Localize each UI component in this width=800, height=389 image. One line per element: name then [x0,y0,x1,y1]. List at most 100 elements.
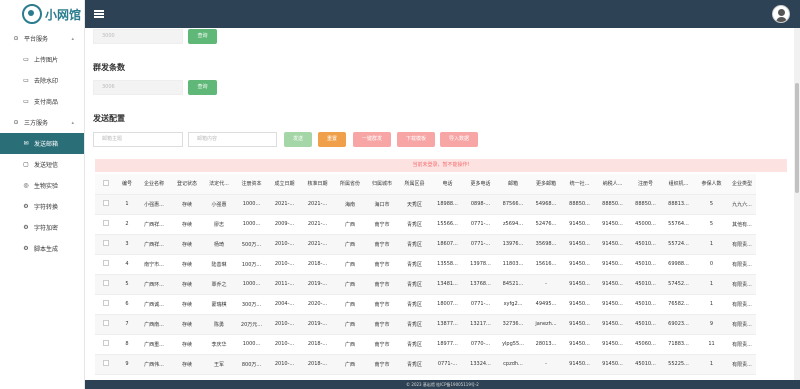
column-header[interactable]: 企业类型 [728,174,756,195]
column-header[interactable]: 法定代... [203,174,235,195]
column-header[interactable]: 成立日期 [268,174,301,195]
table-cell: 4 [117,254,137,275]
column-header[interactable]: 更多邮箱 [529,174,563,195]
row-checkbox[interactable] [95,234,117,255]
row-checkbox[interactable] [95,274,117,295]
sidebar: 小网馆 ⊙ 平台服务 ▴ ▭ 上传图片 ▭ 去除水印 ▭ 支付商品 ⊙ 三方服务 ▴ ✉ 发送邮箱 ▢ 发送短… [0,0,85,389]
column-header[interactable]: 注册资本 [235,174,268,195]
sidebar-menu: ⊙ 平台服务 ▴ ▭ 上传图片 ▭ 去除水印 ▭ 支付商品 ⊙ 三方服务 ▴ ✉ 发送邮箱 ▢ 发送短信 ◎ 生物… [0,28,84,259]
sidebar-item-3[interactable]: ▭ 支付商品 [0,91,84,112]
sidebar-item-4[interactable]: ⊙ 三方服务 ▴ [0,112,84,133]
sidebar-item-2[interactable]: ▭ 去除水印 [0,70,84,91]
column-header[interactable]: 编号 [117,174,137,195]
table-cell: 2009-... [268,214,301,235]
import-data-button[interactable]: 导入数据 [440,132,478,147]
sidebar-item-label: 去除水印 [34,78,59,85]
one-click-send-button[interactable]: 一键群发 [353,132,391,147]
table-cell: 69988... [662,254,695,275]
table-cell: 青秀区 [398,274,431,295]
sidebar-item-5[interactable]: ✉ 发送邮箱 [0,133,84,154]
column-header[interactable]: 统一社... [563,174,596,195]
sidebar-item-7[interactable]: ◎ 生物实验 [0,175,84,196]
reset-button[interactable]: 重置 [318,132,346,147]
row-checkbox[interactable] [95,294,117,315]
column-header[interactable]: 邮箱 [497,174,529,195]
row-checkbox[interactable] [95,254,117,275]
column-header[interactable]: 企业名称 [137,174,171,195]
table-row[interactable]: 9 广西伟... 存续 王军 800万... 2010-... 2018-... 广西 南宁市青… [95,354,756,375]
table-row[interactable]: 7 广西南... 存续 陈勇 20万元... 2010-... 2019-... 广西 南宁市青… [95,314,756,335]
table-cell: 2021-... [301,214,334,235]
table-cell: 青秀区 [398,314,431,335]
logo[interactable]: 小网馆 [0,0,84,28]
image-icon: ▭ [23,97,29,105]
avatar[interactable] [772,5,790,23]
table-row[interactable]: 3 广西祥... 存续 杨琦 500万... 2010-... 2021-... 广西 南宁市青… [95,234,756,255]
row-checkbox[interactable] [95,314,117,335]
table-cell: 91450... [596,254,629,275]
table-cell: 2011-... [268,274,301,295]
table-header-row: 编号 企业名称 登记状态 法定代... 注册资本 成立日期 核准日期 所属省份 归属城市 所属区县… [95,174,756,195]
table-cell: 28013... [529,334,563,355]
select-all-checkbox[interactable] [95,174,117,195]
column-header[interactable]: 组织机... [662,174,695,195]
table-cell: 广西重... [137,334,171,355]
table-row[interactable]: 6 广西诚... 存续 蒙瑞棋 300万... 2004-... 2020-... 广西 南宁市… [95,294,756,315]
send-button[interactable]: 发送 [284,132,312,147]
table-cell: 2018-... [301,334,334,355]
scrollbar[interactable] [794,28,800,380]
sidebar-item-10[interactable]: ⚙ 脚本生成 [0,238,84,259]
table-cell: 49495... [529,294,563,315]
table-cell: 88813... [662,194,695,215]
sidebar-item-1[interactable]: ▭ 上传图片 [0,49,84,70]
top-query-input[interactable]: 3000 [93,29,183,44]
column-header[interactable]: 登记状态 [171,174,203,195]
table-row[interactable]: 2 广西祥... 存续 廖志 1000... 2009-... 2021-... 广西 南宁市青… [95,214,756,235]
bulk-query-button[interactable]: 查询 [188,80,217,95]
table-cell: 存续 [171,194,203,215]
table-cell: 11 [695,334,728,355]
menu-toggle-icon[interactable] [94,10,104,18]
row-checkbox[interactable] [95,354,117,375]
row-checkbox[interactable] [95,194,117,215]
table-row[interactable]: 4 南宁市... 存续 陆善琳 100万... 2010-... 2018-... 广西 南宁市… [95,254,756,275]
table-cell: 35698... [529,234,563,255]
column-header[interactable]: 所属省份 [334,174,366,195]
table-cell: 1 [695,294,728,315]
table-cell: 广西南... [137,314,171,335]
table-cell: 1000... [235,214,268,235]
table-cell: 2018-... [301,354,334,375]
sidebar-item-label: 支付商品 [34,99,59,106]
row-checkbox[interactable] [95,214,117,235]
content-input[interactable]: 邮箱内容 [188,132,277,147]
table-cell: 13978... [464,254,497,275]
table-row[interactable]: 1 小强惠... 存续 小强惠 1000... 2021-... 2021-... 海南 海口市… [95,194,756,215]
table-row[interactable]: 8 广西重... 存续 李庆华 1000... 2010-... 2018-... 广西 南宁市… [95,334,756,355]
column-header[interactable]: 注册号 [629,174,662,195]
sidebar-item-6[interactable]: ▢ 发送短信 [0,154,84,175]
column-header[interactable]: 所属区县 [398,174,431,195]
sidebar-item-0[interactable]: ⊙ 平台服务 ▴ [0,28,84,49]
table-cell: 存续 [171,254,203,275]
download-template-button[interactable]: 下载模板 [397,132,435,147]
column-header[interactable]: 参保人数 [695,174,728,195]
table-cell: 1000... [235,194,268,215]
column-header[interactable]: 纳税人... [596,174,629,195]
column-header[interactable]: 归属城市 [366,174,398,195]
table-cell: 87566... [497,194,529,215]
scrollbar-thumb[interactable] [795,83,799,193]
column-header[interactable]: 电话 [431,174,464,195]
row-checkbox[interactable] [95,334,117,355]
table-row[interactable]: 5 广西环... 存续 覃乔之 1000... 2011-... 2019-... 广西 南宁市… [95,274,756,295]
table-cell: 9 [117,354,137,375]
column-header[interactable]: 核准日期 [301,174,334,195]
sidebar-item-9[interactable]: ⚙ 字符加密 [0,217,84,238]
column-header[interactable]: 更多电话 [464,174,497,195]
table-cell: - [529,274,563,295]
table-cell: 18607... [431,234,464,255]
bulk-count-input[interactable]: 3006 [93,80,183,95]
table-cell: 存续 [171,354,203,375]
sidebar-item-8[interactable]: ⚙ 字符转换 [0,196,84,217]
subject-input[interactable]: 邮箱主题 [93,132,183,147]
top-query-button[interactable]: 查询 [188,29,217,44]
